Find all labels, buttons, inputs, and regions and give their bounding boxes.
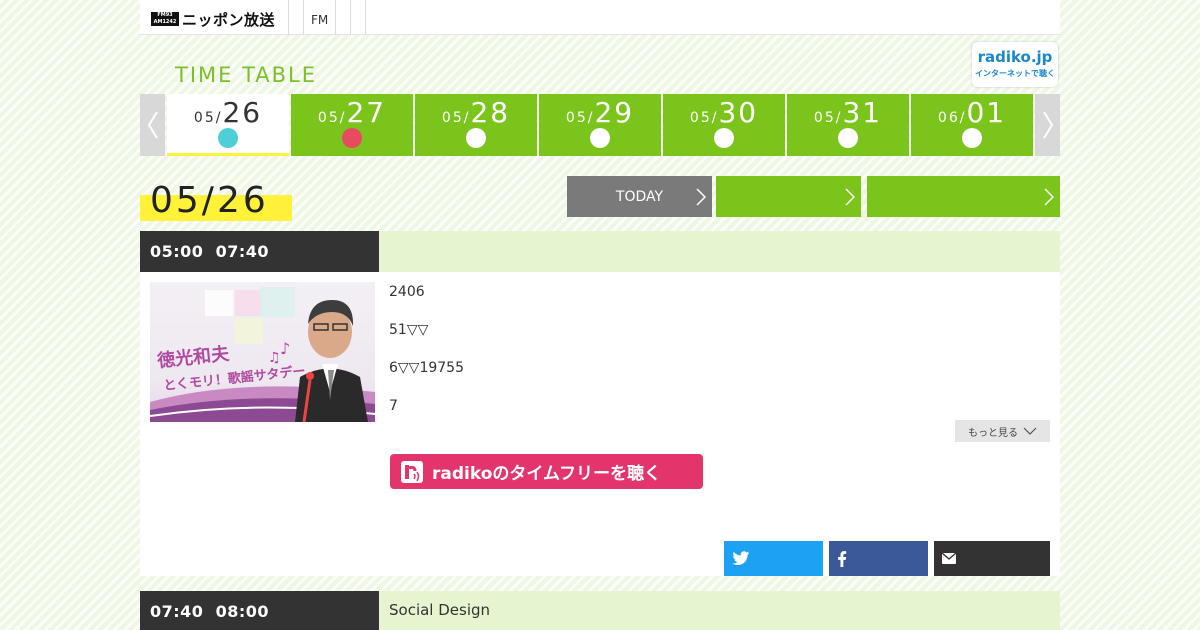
date-tab-0527[interactable]: 05/27 <box>291 94 413 156</box>
svg-text:♫: ♫ <box>268 350 281 366</box>
today-dot-icon <box>218 128 238 148</box>
timetable-title: TIME TABLE <box>175 63 318 87</box>
date-tab-0526[interactable]: 05/26 <box>167 94 289 156</box>
next-week-button[interactable] <box>1035 94 1060 156</box>
nav-divider <box>365 0 366 35</box>
share-mail-button[interactable] <box>934 541 1050 576</box>
date-tab-day: 29 <box>594 96 635 129</box>
date-tab-day: 31 <box>842 96 883 129</box>
share-twitter-button[interactable] <box>724 541 823 576</box>
show-more-button[interactable]: もっと見る <box>955 420 1050 442</box>
dot-icon <box>714 128 734 148</box>
description-line: 2406 <box>389 284 425 300</box>
date-tab-0528[interactable]: 05/28 <box>415 94 537 156</box>
chevron-right-icon <box>1042 111 1053 139</box>
thumb-title-text: 徳光和夫 <box>155 342 231 372</box>
date-tab-0529[interactable]: 05/29 <box>539 94 661 156</box>
date-tab-day: 26 <box>222 96 263 129</box>
chevron-right-icon <box>845 188 855 206</box>
program-time: 07:40 08:00 <box>140 591 379 630</box>
next-day-button[interactable] <box>867 176 1060 217</box>
dot-icon <box>342 128 362 148</box>
share-facebook-button[interactable] <box>829 541 928 576</box>
today-button[interactable]: TODAY <box>567 176 712 217</box>
program-end-time: 08:00 <box>215 602 270 621</box>
program-start-time: 05:00 <box>150 242 204 261</box>
radiko-timefree-button[interactable]: radikoのタイムフリーを聴く <box>390 454 703 489</box>
date-tab-0530[interactable]: 05/30 <box>663 94 785 156</box>
top-nav-bar: FM93 AM1242 ニッポン放送 FM <box>140 0 1060 35</box>
chevron-down-icon <box>1023 427 1037 435</box>
program-end-time: 07:40 <box>215 242 270 261</box>
program-thumbnail-art: ♪ ♫ 徳光和夫 とくモリ！歌謡サタデー <box>150 287 375 422</box>
logo-mark: FM93 AM1242 <box>151 12 179 26</box>
dot-icon <box>838 128 858 148</box>
logo-mark-am: AM1242 <box>153 19 177 25</box>
program-description: 2406 51▽▽ 6▽▽19755 7 <box>389 284 464 436</box>
date-tab-month: 05/ <box>441 110 471 126</box>
nav-item-fm[interactable]: FM <box>311 13 328 27</box>
nav-divider <box>303 0 304 35</box>
date-tab-month: 05/ <box>689 110 719 126</box>
date-tab-0531[interactable]: 05/31 <box>787 94 909 156</box>
dot-icon <box>590 128 610 148</box>
logo-mark-fm: FM93 <box>157 12 173 18</box>
radiko-link-badge[interactable]: radiko.jp インターネットで聴く <box>972 42 1058 87</box>
program-start-time: 07:40 <box>150 602 204 621</box>
mail-icon <box>942 553 956 564</box>
today-button-label: TODAY <box>615 188 664 205</box>
program-header[interactable]: 07:40 08:00 Social Design <box>140 591 1060 630</box>
description-line: 7 <box>389 398 398 414</box>
radiko-timefree-label: radikoのタイムフリーを聴く <box>432 464 662 484</box>
twitter-icon <box>732 551 750 566</box>
date-tab-month: 06/ <box>937 110 967 126</box>
description-line: 6▽▽19755 <box>389 360 464 376</box>
station-logo[interactable]: FM93 AM1242 ニッポン放送 <box>151 9 275 29</box>
chevron-right-icon <box>1044 188 1054 206</box>
program-detail: ♪ ♫ 徳光和夫 とくモリ！歌謡サタデー 2406 51▽▽ 6▽▽19755 … <box>140 272 1060 576</box>
date-tab-month: 05/ <box>193 110 223 126</box>
radiko-badge-title: radiko.jp <box>977 48 1053 66</box>
program-thumbnail[interactable]: ♪ ♫ 徳光和夫 とくモリ！歌謡サタデー <box>150 282 375 422</box>
show-more-label: もっと見る <box>968 427 1018 439</box>
date-tab-0601[interactable]: 06/01 <box>911 94 1033 156</box>
svg-text:♪: ♪ <box>280 339 290 358</box>
chevron-right-icon <box>696 188 706 206</box>
program-header[interactable]: 05:00 07:40 <box>140 231 1060 272</box>
dot-icon <box>962 128 982 148</box>
date-tab-day: 01 <box>966 96 1007 129</box>
nav-divider <box>288 0 289 35</box>
date-tab-month: 05/ <box>565 110 595 126</box>
nav-divider <box>350 0 351 35</box>
description-line: 51▽▽ <box>389 322 429 338</box>
date-tab-day: 28 <box>470 96 511 129</box>
prev-day-button[interactable] <box>716 176 861 217</box>
date-tab-month: 05/ <box>813 110 843 126</box>
program-title: Social Design <box>389 601 491 619</box>
current-date-heading: 05/26 <box>150 180 269 221</box>
date-tab-month: 05/ <box>317 110 347 126</box>
nav-divider <box>335 0 336 35</box>
dot-icon <box>466 128 486 148</box>
logo-text: ニッポン放送 <box>182 10 276 29</box>
date-tab-day: 30 <box>718 96 759 129</box>
radiko-logo-icon <box>401 460 423 483</box>
chevron-left-icon <box>147 111 158 139</box>
prev-week-button[interactable] <box>140 94 165 156</box>
program-time: 05:00 07:40 <box>140 231 379 272</box>
date-tab-day: 27 <box>346 96 387 129</box>
radiko-badge-subtitle: インターネットで聴く <box>975 69 1055 78</box>
facebook-icon <box>838 550 847 567</box>
